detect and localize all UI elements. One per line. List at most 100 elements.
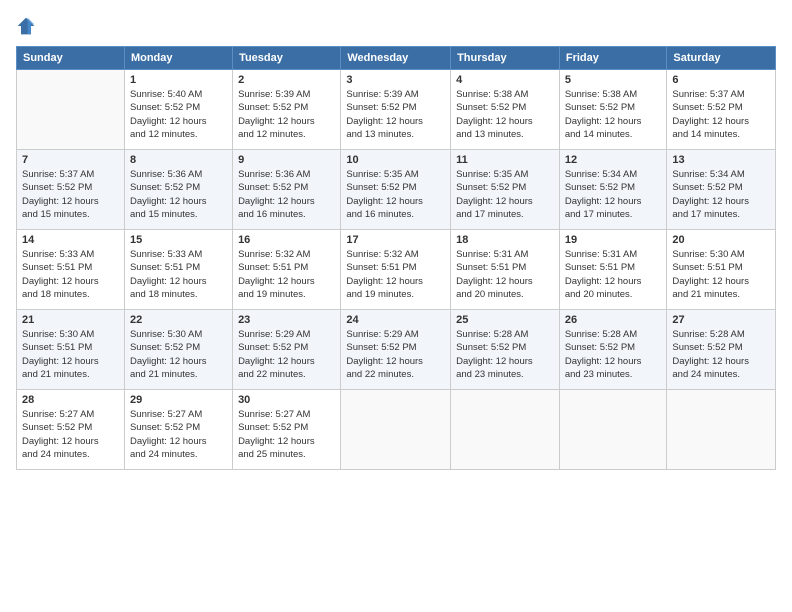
day-number: 9 bbox=[238, 154, 335, 166]
day-info: Sunrise: 5:35 AMSunset: 5:52 PMDaylight:… bbox=[456, 168, 554, 221]
day-cell bbox=[17, 70, 125, 150]
day-info: Sunrise: 5:27 AMSunset: 5:52 PMDaylight:… bbox=[22, 408, 119, 461]
day-info: Sunrise: 5:37 AMSunset: 5:52 PMDaylight:… bbox=[22, 168, 119, 221]
day-cell: 20Sunrise: 5:30 AMSunset: 5:51 PMDayligh… bbox=[667, 230, 776, 310]
day-number: 12 bbox=[565, 154, 662, 166]
day-info: Sunrise: 5:36 AMSunset: 5:52 PMDaylight:… bbox=[130, 168, 227, 221]
day-number: 26 bbox=[565, 314, 662, 326]
day-cell: 15 Sunrise: 5:33 AMSunset: 5:51 PMDayligh… bbox=[124, 230, 232, 310]
day-cell: 21Sunrise: 5:30 AMSunset: 5:51 PMDayligh… bbox=[17, 310, 125, 390]
page: SundayMondayTuesdayWednesdayThursdayFrid… bbox=[0, 0, 792, 612]
col-header-friday: Friday bbox=[559, 47, 667, 70]
day-number: 5 bbox=[565, 74, 662, 86]
day-info: Sunrise: 5:31 AMSunset: 5:51 PMDaylight:… bbox=[565, 248, 662, 301]
day-info: Sunrise: 5:33 AMSunset: 5:51 PMDaylight:… bbox=[130, 248, 227, 301]
week-row-5: 28 Sunrise: 5:27 AMSunset: 5:52 PMDayligh… bbox=[17, 390, 776, 470]
day-info: Sunrise: 5:27 AMSunset: 5:52 PMDaylight:… bbox=[130, 408, 227, 461]
day-cell: 13 Sunrise: 5:34 AMSunset: 5:52 PMDayligh… bbox=[667, 150, 776, 230]
day-cell: 12Sunrise: 5:34 AMSunset: 5:52 PMDayligh… bbox=[559, 150, 667, 230]
day-info: Sunrise: 5:33 AMSunset: 5:51 PMDaylight:… bbox=[22, 248, 119, 301]
day-info: Sunrise: 5:34 AMSunset: 5:52 PMDaylight:… bbox=[672, 168, 770, 221]
day-info: Sunrise: 5:39 AMSunset: 5:52 PMDaylight:… bbox=[346, 88, 445, 141]
day-cell bbox=[559, 390, 667, 470]
day-cell: 8 Sunrise: 5:36 AMSunset: 5:52 PMDaylight… bbox=[124, 150, 232, 230]
day-info: Sunrise: 5:29 AMSunset: 5:52 PMDaylight:… bbox=[346, 328, 445, 381]
day-cell: 6Sunrise: 5:37 AMSunset: 5:52 PMDaylight… bbox=[667, 70, 776, 150]
day-number: 17 bbox=[346, 234, 445, 246]
day-number: 3 bbox=[346, 74, 445, 86]
day-cell: 19 Sunrise: 5:31 AMSunset: 5:51 PMDayligh… bbox=[559, 230, 667, 310]
day-cell: 3 Sunrise: 5:39 AMSunset: 5:52 PMDaylight… bbox=[341, 70, 451, 150]
day-number: 16 bbox=[238, 234, 335, 246]
day-cell bbox=[451, 390, 560, 470]
day-number: 25 bbox=[456, 314, 554, 326]
week-row-3: 14 Sunrise: 5:33 AMSunset: 5:51 PMDayligh… bbox=[17, 230, 776, 310]
day-number: 29 bbox=[130, 394, 227, 406]
logo-icon bbox=[16, 16, 36, 36]
day-info: Sunrise: 5:40 AMSunset: 5:52 PMDaylight:… bbox=[130, 88, 227, 141]
day-info: Sunrise: 5:38 AMSunset: 5:52 PMDaylight:… bbox=[565, 88, 662, 141]
day-cell: 2 Sunrise: 5:39 AMSunset: 5:52 PMDaylight… bbox=[233, 70, 341, 150]
day-cell: 29 Sunrise: 5:27 AMSunset: 5:52 PMDayligh… bbox=[124, 390, 232, 470]
day-cell bbox=[341, 390, 451, 470]
day-info: Sunrise: 5:35 AMSunset: 5:52 PMDaylight:… bbox=[346, 168, 445, 221]
day-number: 21 bbox=[22, 314, 119, 326]
header bbox=[16, 16, 776, 36]
calendar: SundayMondayTuesdayWednesdayThursdayFrid… bbox=[16, 46, 776, 470]
day-info: Sunrise: 5:30 AMSunset: 5:52 PMDaylight:… bbox=[130, 328, 227, 381]
calendar-header: SundayMondayTuesdayWednesdayThursdayFrid… bbox=[17, 47, 776, 70]
day-cell: 5 Sunrise: 5:38 AMSunset: 5:52 PMDaylight… bbox=[559, 70, 667, 150]
col-header-tuesday: Tuesday bbox=[233, 47, 341, 70]
day-cell: 4 Sunrise: 5:38 AMSunset: 5:52 PMDaylight… bbox=[451, 70, 560, 150]
day-cell: 11 Sunrise: 5:35 AMSunset: 5:52 PMDayligh… bbox=[451, 150, 560, 230]
col-header-sunday: Sunday bbox=[17, 47, 125, 70]
day-number: 13 bbox=[672, 154, 770, 166]
day-number: 11 bbox=[456, 154, 554, 166]
day-number: 15 bbox=[130, 234, 227, 246]
day-info: Sunrise: 5:32 AMSunset: 5:51 PMDaylight:… bbox=[346, 248, 445, 301]
day-cell: 30 Sunrise: 5:27 AMSunset: 5:52 PMDayligh… bbox=[233, 390, 341, 470]
col-header-thursday: Thursday bbox=[451, 47, 560, 70]
day-number: 7 bbox=[22, 154, 119, 166]
day-info: Sunrise: 5:39 AMSunset: 5:52 PMDaylight:… bbox=[238, 88, 335, 141]
day-cell: 16 Sunrise: 5:32 AMSunset: 5:51 PMDayligh… bbox=[233, 230, 341, 310]
day-info: Sunrise: 5:31 AMSunset: 5:51 PMDaylight:… bbox=[456, 248, 554, 301]
day-info: Sunrise: 5:28 AMSunset: 5:52 PMDaylight:… bbox=[565, 328, 662, 381]
day-cell: 26 Sunrise: 5:28 AMSunset: 5:52 PMDayligh… bbox=[559, 310, 667, 390]
day-cell: 9 Sunrise: 5:36 AMSunset: 5:52 PMDaylight… bbox=[233, 150, 341, 230]
day-info: Sunrise: 5:36 AMSunset: 5:52 PMDaylight:… bbox=[238, 168, 335, 221]
day-number: 1 bbox=[130, 74, 227, 86]
day-cell: 28 Sunrise: 5:27 AMSunset: 5:52 PMDayligh… bbox=[17, 390, 125, 470]
col-header-saturday: Saturday bbox=[667, 47, 776, 70]
week-row-4: 21Sunrise: 5:30 AMSunset: 5:51 PMDayligh… bbox=[17, 310, 776, 390]
day-number: 30 bbox=[238, 394, 335, 406]
day-number: 19 bbox=[565, 234, 662, 246]
day-cell: 7 Sunrise: 5:37 AMSunset: 5:52 PMDaylight… bbox=[17, 150, 125, 230]
day-number: 8 bbox=[130, 154, 227, 166]
day-info: Sunrise: 5:28 AMSunset: 5:52 PMDaylight:… bbox=[456, 328, 554, 381]
day-number: 10 bbox=[346, 154, 445, 166]
day-cell: 1 Sunrise: 5:40 AMSunset: 5:52 PMDaylight… bbox=[124, 70, 232, 150]
day-number: 23 bbox=[238, 314, 335, 326]
day-number: 2 bbox=[238, 74, 335, 86]
day-cell bbox=[667, 390, 776, 470]
day-cell: 18 Sunrise: 5:31 AMSunset: 5:51 PMDayligh… bbox=[451, 230, 560, 310]
day-cell: 14 Sunrise: 5:33 AMSunset: 5:51 PMDayligh… bbox=[17, 230, 125, 310]
day-info: Sunrise: 5:27 AMSunset: 5:52 PMDaylight:… bbox=[238, 408, 335, 461]
day-number: 28 bbox=[22, 394, 119, 406]
day-cell: 27Sunrise: 5:28 AMSunset: 5:52 PMDayligh… bbox=[667, 310, 776, 390]
day-info: Sunrise: 5:38 AMSunset: 5:52 PMDaylight:… bbox=[456, 88, 554, 141]
day-cell: 23Sunrise: 5:29 AMSunset: 5:52 PMDayligh… bbox=[233, 310, 341, 390]
day-number: 20 bbox=[672, 234, 770, 246]
day-number: 4 bbox=[456, 74, 554, 86]
day-cell: 10 Sunrise: 5:35 AMSunset: 5:52 PMDayligh… bbox=[341, 150, 451, 230]
day-number: 14 bbox=[22, 234, 119, 246]
day-number: 27 bbox=[672, 314, 770, 326]
day-cell: 24Sunrise: 5:29 AMSunset: 5:52 PMDayligh… bbox=[341, 310, 451, 390]
col-header-monday: Monday bbox=[124, 47, 232, 70]
week-row-2: 7 Sunrise: 5:37 AMSunset: 5:52 PMDaylight… bbox=[17, 150, 776, 230]
day-cell: 25 Sunrise: 5:28 AMSunset: 5:52 PMDayligh… bbox=[451, 310, 560, 390]
day-number: 18 bbox=[456, 234, 554, 246]
day-info: Sunrise: 5:32 AMSunset: 5:51 PMDaylight:… bbox=[238, 248, 335, 301]
day-number: 6 bbox=[672, 74, 770, 86]
